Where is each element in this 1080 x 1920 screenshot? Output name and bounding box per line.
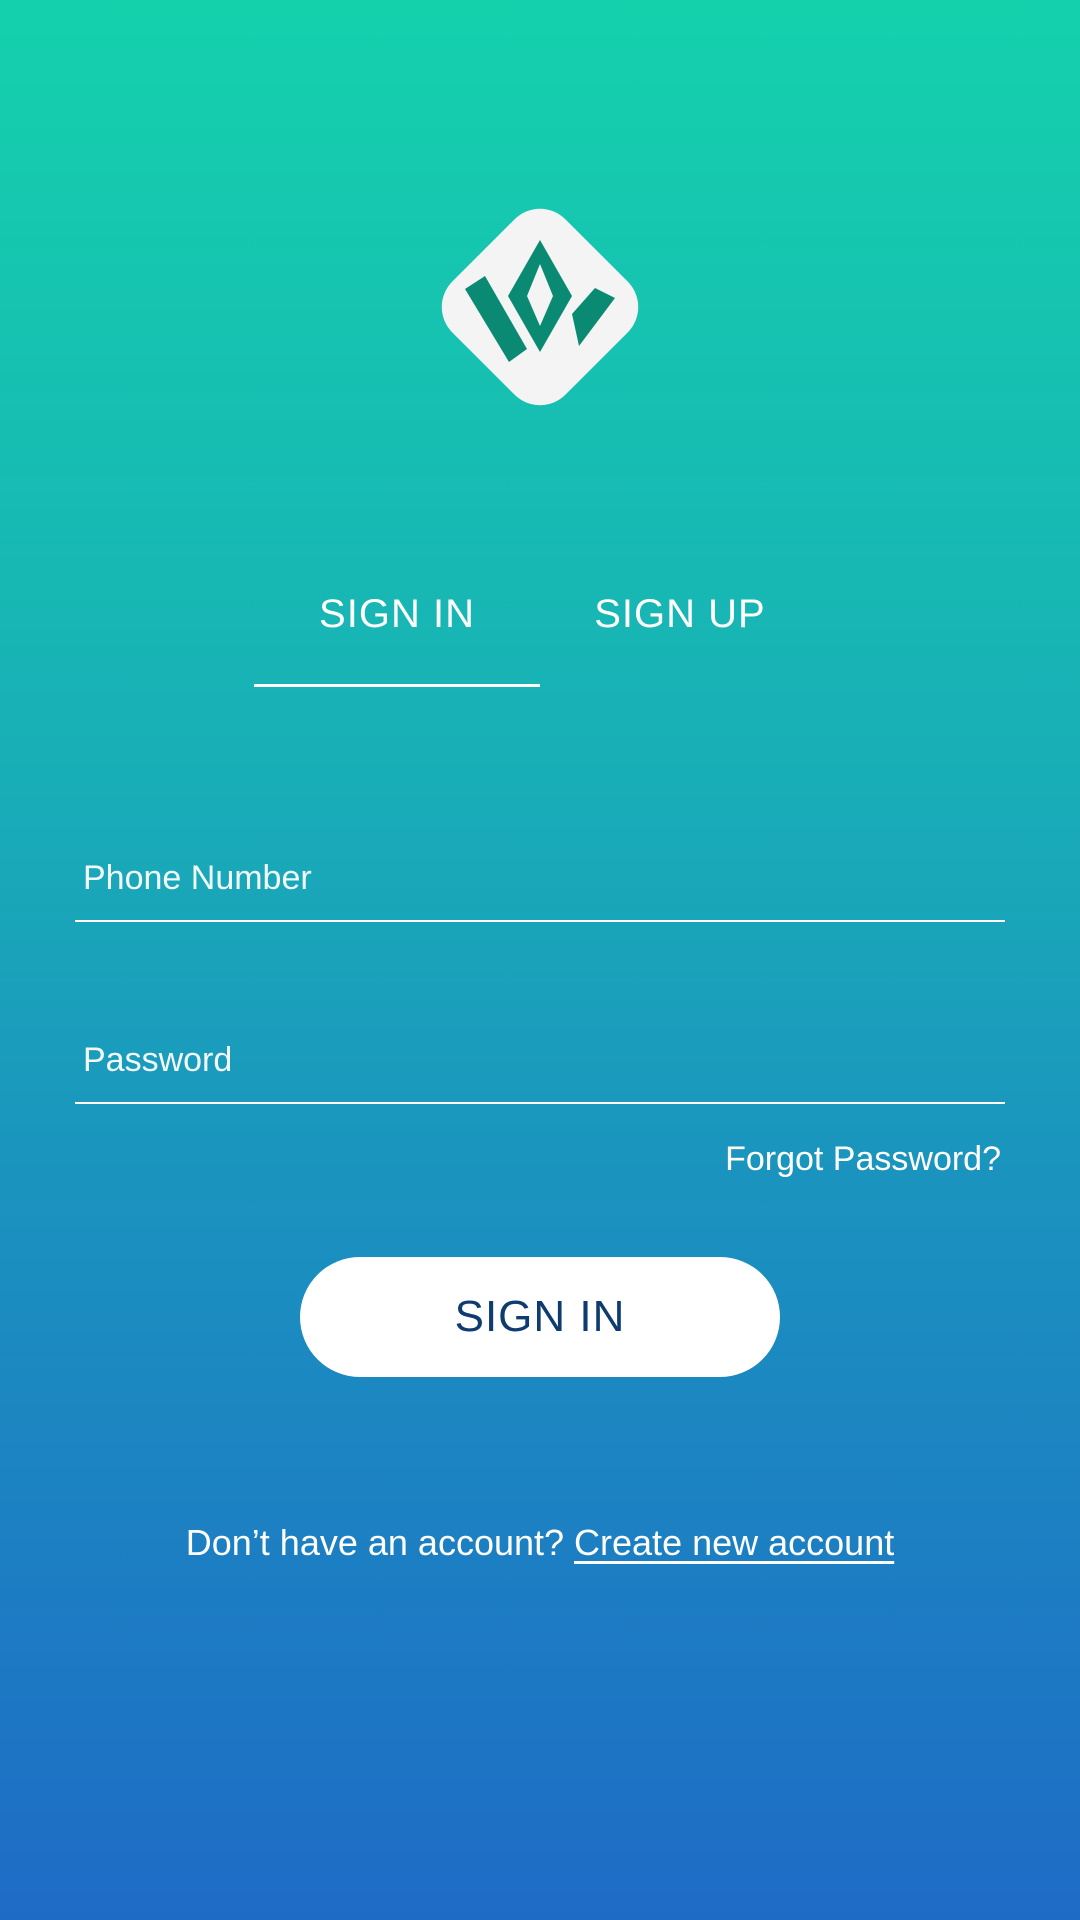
brand-logo-icon <box>427 194 653 420</box>
sign-in-button[interactable]: SIGN IN <box>300 1257 780 1377</box>
phone-number-field <box>75 840 1005 922</box>
selected-tab-indicator <box>254 684 540 687</box>
phone-number-input[interactable] <box>83 859 983 898</box>
tab-sign-up[interactable]: SIGN UP <box>540 592 820 688</box>
forgot-password-link[interactable]: Forgot Password? <box>725 1140 1001 1179</box>
no-account-text: Don’t have an account? <box>185 1522 575 1563</box>
tab-sign-up-label: SIGN UP <box>594 592 766 636</box>
create-account-prompt: Don’t have an account? Create new accoun… <box>0 1522 1080 1564</box>
tab-sign-in[interactable]: SIGN IN <box>254 592 540 688</box>
tab-sign-in-label: SIGN IN <box>319 592 475 636</box>
password-field <box>75 1022 1005 1104</box>
auth-tabs: SIGN IN SIGN UP <box>0 592 1080 688</box>
password-input[interactable] <box>83 1041 983 1080</box>
sign-in-screen: SIGN IN SIGN UP Forgot Password? SIGN IN… <box>0 0 1080 1920</box>
create-new-account-link[interactable]: Create new account <box>574 1522 894 1563</box>
